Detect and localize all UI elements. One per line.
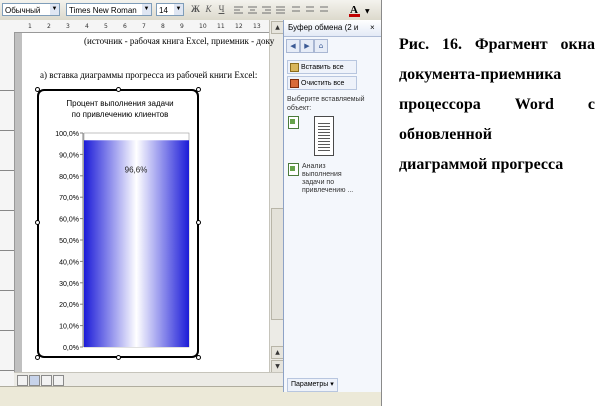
home-icon[interactable]: ⌂ [314, 39, 328, 53]
y-tick-label: 20,0% [59, 302, 79, 309]
ruler-mark: 10 [199, 23, 207, 30]
font-color-icon[interactable]: A ▼ [348, 2, 378, 18]
ruler-mark: 4 [85, 23, 89, 30]
back-arrow-icon[interactable]: ◀ [286, 39, 300, 53]
bar-data-label: 96,6% [125, 165, 148, 174]
paste-all-label: Вставить все [301, 64, 344, 71]
font-value: Times New Roman [69, 6, 137, 15]
outline-view-icon[interactable] [53, 375, 64, 386]
task-pane-title: Буфер обмена (2 и [288, 23, 359, 32]
caption-line: процессора Word с [399, 96, 595, 113]
clipboard-item-chart[interactable] [288, 116, 376, 158]
vertical-scrollbar[interactable]: ▲ ▲ ▼ ▼ [269, 20, 284, 392]
y-tick-label: 70,0% [59, 195, 79, 202]
style-dropdown[interactable]: Обычный ▼ [2, 3, 60, 16]
y-tick-label: 40,0% [59, 259, 79, 266]
resize-handle[interactable] [35, 355, 40, 360]
caption-line: диаграммой прогресса [399, 156, 564, 173]
options-button[interactable]: Параметры ▾ [287, 378, 338, 392]
ruler-mark: 8 [161, 23, 165, 30]
chart-plot: 0,0% 10,0% 20,0% 30,0% 40,0% 50,0% 60,0% 70,0% 8… [55, 131, 190, 352]
y-tick-label: 100,0% [55, 131, 79, 138]
resize-handle[interactable] [116, 87, 121, 92]
underline-button[interactable]: Ч [216, 4, 227, 15]
resize-handle[interactable] [35, 220, 40, 225]
ruler-mark: 1 [28, 23, 32, 30]
forward-arrow-icon[interactable]: ▶ [300, 39, 314, 53]
y-tick-label: 0,0% [63, 345, 79, 352]
figure-caption: Рис. 16. Фрагмент окна документа-приемника… [399, 31, 595, 181]
progress-chart[interactable]: Процент выполнения задачи по привлечению… [37, 89, 199, 358]
clear-icon [290, 79, 299, 88]
ruler-mark: 13 [253, 23, 261, 30]
normal-view-icon[interactable] [17, 375, 28, 386]
task-pane-header: Буфер обмена (2 и × [284, 20, 381, 37]
clipboard-item-name: Анализ выполнения задачи по привлечению … [302, 163, 354, 194]
ruler-mark: 6 [123, 23, 127, 30]
document-section-line: а) вставка диаграммы прогресса из рабоче… [40, 70, 258, 80]
resize-handle[interactable] [196, 87, 201, 92]
horizontal-ruler: 1 2 3 4 5 6 7 8 9 10 11 12 13 [14, 20, 269, 33]
clipboard-item-text[interactable]: Анализ выполнения задачи по привлечению … [288, 163, 376, 203]
resize-handle[interactable] [116, 355, 121, 360]
paste-all-button[interactable]: Вставить все [287, 60, 357, 74]
task-pane-prompt: Выберите вставляемый объект: [287, 96, 365, 112]
word-window-screenshot: Обычный ▼ Times New Roman ▼ 14 ▼ Ж К Ч A… [0, 0, 382, 406]
y-tick-label: 90,0% [59, 152, 79, 159]
caption-line: документа-приемника [399, 66, 562, 83]
paste-icon [290, 63, 299, 72]
ruler-mark: 7 [142, 23, 146, 30]
y-tick-label: 80,0% [59, 174, 79, 181]
formatting-toolbar: Обычный ▼ Times New Roman ▼ 14 ▼ Ж К Ч A… [0, 0, 381, 21]
style-value: Обычный [5, 6, 41, 15]
clear-all-label: Очистить все [301, 80, 345, 87]
clipboard-task-pane: Буфер обмена (2 и × ◀ ▶ ⌂ Вставить все О… [283, 20, 381, 392]
y-tick-label: 50,0% [59, 238, 79, 245]
chevron-down-icon[interactable]: ▼ [50, 4, 59, 15]
web-view-icon[interactable] [29, 375, 40, 386]
bold-button[interactable]: Ж [190, 4, 201, 15]
italic-button[interactable]: К [203, 4, 214, 15]
y-tick-label: 60,0% [59, 217, 79, 224]
font-dropdown[interactable]: Times New Roman ▼ [66, 3, 152, 16]
y-tick-label: 10,0% [59, 324, 79, 331]
horizontal-scrollbar[interactable] [14, 372, 283, 387]
chart-thumbnail [314, 116, 334, 156]
resize-handle[interactable] [196, 220, 201, 225]
chevron-down-icon[interactable]: ▼ [174, 4, 183, 15]
ruler-mark: 12 [235, 23, 243, 30]
resize-handle[interactable] [196, 355, 201, 360]
print-view-icon[interactable] [41, 375, 52, 386]
excel-item-icon [288, 163, 299, 176]
resize-handle[interactable] [35, 87, 40, 92]
svg-text:▼: ▼ [365, 8, 370, 15]
document-heading-line: (источник - рабочая книга Excel, приемни… [84, 36, 275, 46]
ruler-mark: 2 [47, 23, 51, 30]
caption-line: Рис. 16. Фрагмент окна [399, 36, 595, 53]
ruler-mark: 11 [217, 23, 225, 30]
excel-item-icon [288, 116, 299, 129]
y-tick-label: 30,0% [59, 281, 79, 288]
caption-line: обновленной [399, 126, 492, 143]
font-size-value: 14 [159, 6, 168, 15]
ruler-mark: 9 [180, 23, 184, 30]
clear-all-button[interactable]: Очистить все [287, 76, 357, 90]
font-size-dropdown[interactable]: 14 ▼ [156, 3, 184, 16]
alignment-and-list-icons[interactable] [232, 4, 342, 16]
ruler-mark: 5 [104, 23, 108, 30]
close-icon[interactable]: × [370, 20, 375, 36]
vertical-ruler [0, 20, 15, 392]
ruler-mark: 3 [66, 23, 70, 30]
chevron-down-icon[interactable]: ▼ [142, 4, 151, 15]
